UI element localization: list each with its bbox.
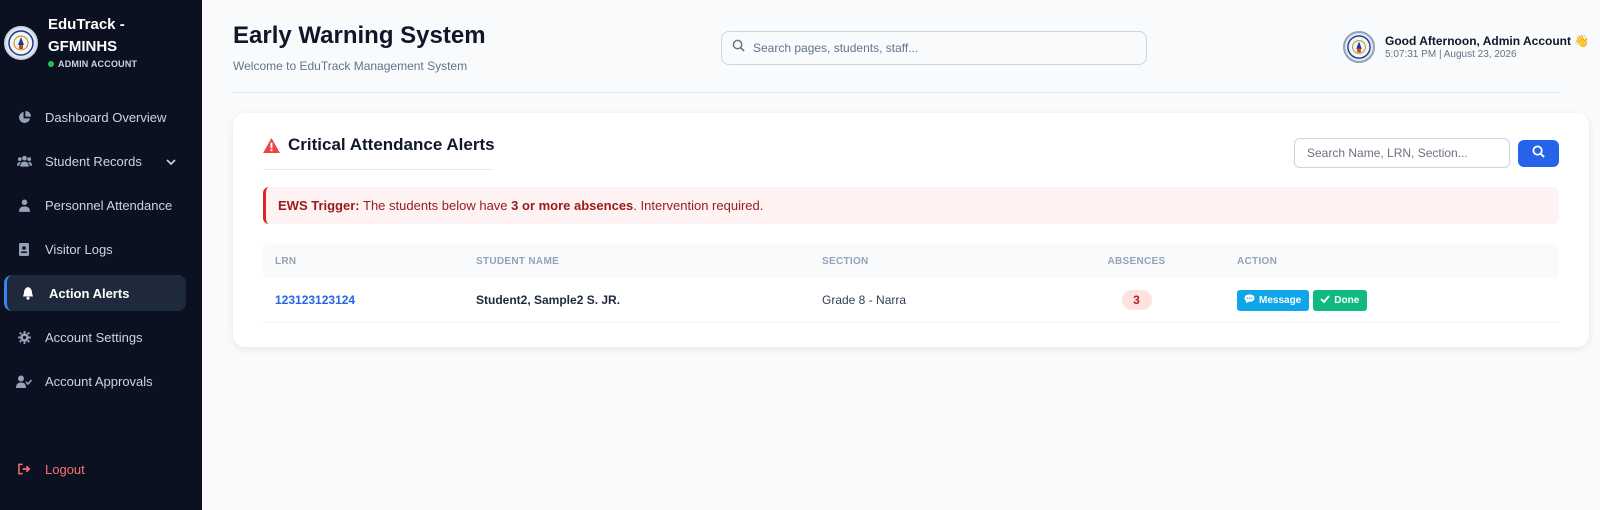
warning-triangle-icon <box>263 137 280 153</box>
search-button[interactable] <box>1518 140 1559 167</box>
table-header: LRN STUDENT NAME SECTION ABSENCES ACTION <box>263 244 1559 278</box>
critical-alerts-card: Critical Attendance Alerts EWS Trigger: … <box>233 113 1589 347</box>
header-divider <box>233 92 1560 93</box>
column-header-lrn: LRN <box>275 255 297 267</box>
sidebar-item-label: Account Approvals <box>45 373 153 389</box>
sidebar-item-label: Personnel Attendance <box>45 197 173 213</box>
title-divider <box>263 169 493 170</box>
sidebar-item-visitor-logs[interactable]: Visitor Logs <box>4 231 186 267</box>
table-row: 123123123124 Student2, Sample2 S. JR. Gr… <box>263 278 1559 323</box>
user-icon <box>16 197 32 213</box>
page-subtitle: Welcome to EduTrack Management System <box>233 59 468 73</box>
student-name: Student2, Sample2 S. JR. <box>476 293 621 307</box>
global-search <box>721 31 1147 65</box>
school-logo <box>4 26 38 60</box>
sidebar-item-label: Action Alerts <box>49 285 130 301</box>
online-status-dot <box>48 61 54 67</box>
sidebar-item-personnel-attendance[interactable]: Personnel Attendance <box>4 187 186 223</box>
users-icon <box>16 153 32 169</box>
datetime: 5:07:31 PM | August 23, 2026 <box>1385 49 1589 60</box>
clock-time: 5:07:31 PM <box>1385 49 1437 60</box>
column-header-section: SECTION <box>822 255 869 267</box>
row-actions: Message Done <box>1209 289 1368 311</box>
alert-label: EWS Trigger: <box>278 198 360 213</box>
id-badge-icon <box>16 241 32 257</box>
brand-title-line2: GFMINHS <box>48 38 118 55</box>
brand-title-line1: EduTrack - <box>48 16 125 33</box>
column-header-absences: ABSENCES <box>1107 255 1166 267</box>
sidebar-item-dashboard-overview[interactable]: Dashboard Overview <box>4 99 186 135</box>
student-section: Grade 8 - Narra <box>822 293 907 307</box>
alerts-table: LRN STUDENT NAME SECTION ABSENCES ACTION… <box>263 244 1559 323</box>
sidebar-item-label: Visitor Logs <box>45 241 113 257</box>
message-button[interactable]: Message <box>1237 289 1310 311</box>
brand: EduTrack - GFMINHS ADMIN ACCOUNT <box>0 0 202 84</box>
logout-label: Logout <box>45 461 85 477</box>
user-info: Good Afternoon, Admin Account 👋 5:07:31 … <box>1343 31 1589 63</box>
lrn-link[interactable]: 123123123124 <box>275 293 355 307</box>
card-title: Critical Attendance Alerts <box>263 135 495 155</box>
card-title-text: Critical Attendance Alerts <box>288 135 495 154</box>
student-search <box>1294 138 1510 168</box>
logout-icon <box>16 461 32 477</box>
sidebar-item-account-approvals[interactable]: Account Approvals <box>4 363 186 399</box>
gear-icon <box>16 329 32 345</box>
alert-text-after: . Intervention required. <box>633 198 764 213</box>
account-type: ADMIN ACCOUNT <box>48 59 137 69</box>
avatar[interactable] <box>1343 31 1375 63</box>
logout-button[interactable]: Logout <box>4 451 186 487</box>
check-icon <box>1320 294 1330 306</box>
sidebar-item-label: Account Settings <box>45 329 143 345</box>
sidebar-item-label: Student Records <box>45 153 142 169</box>
clock-date: August 23, 2026 <box>1443 49 1517 60</box>
sidebar-nav: Dashboard Overview Student Records Perso… <box>0 99 202 407</box>
absences-badge: 3 <box>1121 290 1152 310</box>
search-icon <box>1532 144 1545 163</box>
sidebar-item-label: Dashboard Overview <box>45 109 167 125</box>
user-check-icon <box>16 373 32 389</box>
sidebar-item-account-settings[interactable]: Account Settings <box>4 319 186 355</box>
page-title: Early Warning System <box>233 22 486 49</box>
greeting: Good Afternoon, Admin Account 👋 <box>1385 34 1590 48</box>
sidebar: EduTrack - GFMINHS ADMIN ACCOUNT Dashboa… <box>0 0 202 510</box>
search-icon <box>732 39 745 57</box>
global-search-input[interactable] <box>753 41 1133 55</box>
sidebar-item-action-alerts[interactable]: Action Alerts <box>4 275 186 311</box>
column-header-action: ACTION <box>1237 255 1278 267</box>
alert-emphasis: 3 or more absences <box>511 198 634 213</box>
sidebar-item-student-records[interactable]: Student Records <box>4 143 186 179</box>
chat-bubble-icon <box>1244 293 1255 307</box>
ews-trigger-alert: EWS Trigger: The students below have 3 o… <box>263 187 1559 224</box>
alert-text-before: The students below have <box>359 198 512 213</box>
message-button-label: Message <box>1259 294 1302 306</box>
account-type-label: ADMIN ACCOUNT <box>58 59 138 69</box>
bell-icon <box>20 285 36 301</box>
done-button[interactable]: Done <box>1313 289 1368 311</box>
done-button-label: Done <box>1334 294 1360 306</box>
column-header-student-name: STUDENT NAME <box>476 255 560 267</box>
pie-chart-icon <box>16 109 32 125</box>
student-search-input[interactable] <box>1307 146 1497 160</box>
chevron-down-icon <box>166 154 176 169</box>
